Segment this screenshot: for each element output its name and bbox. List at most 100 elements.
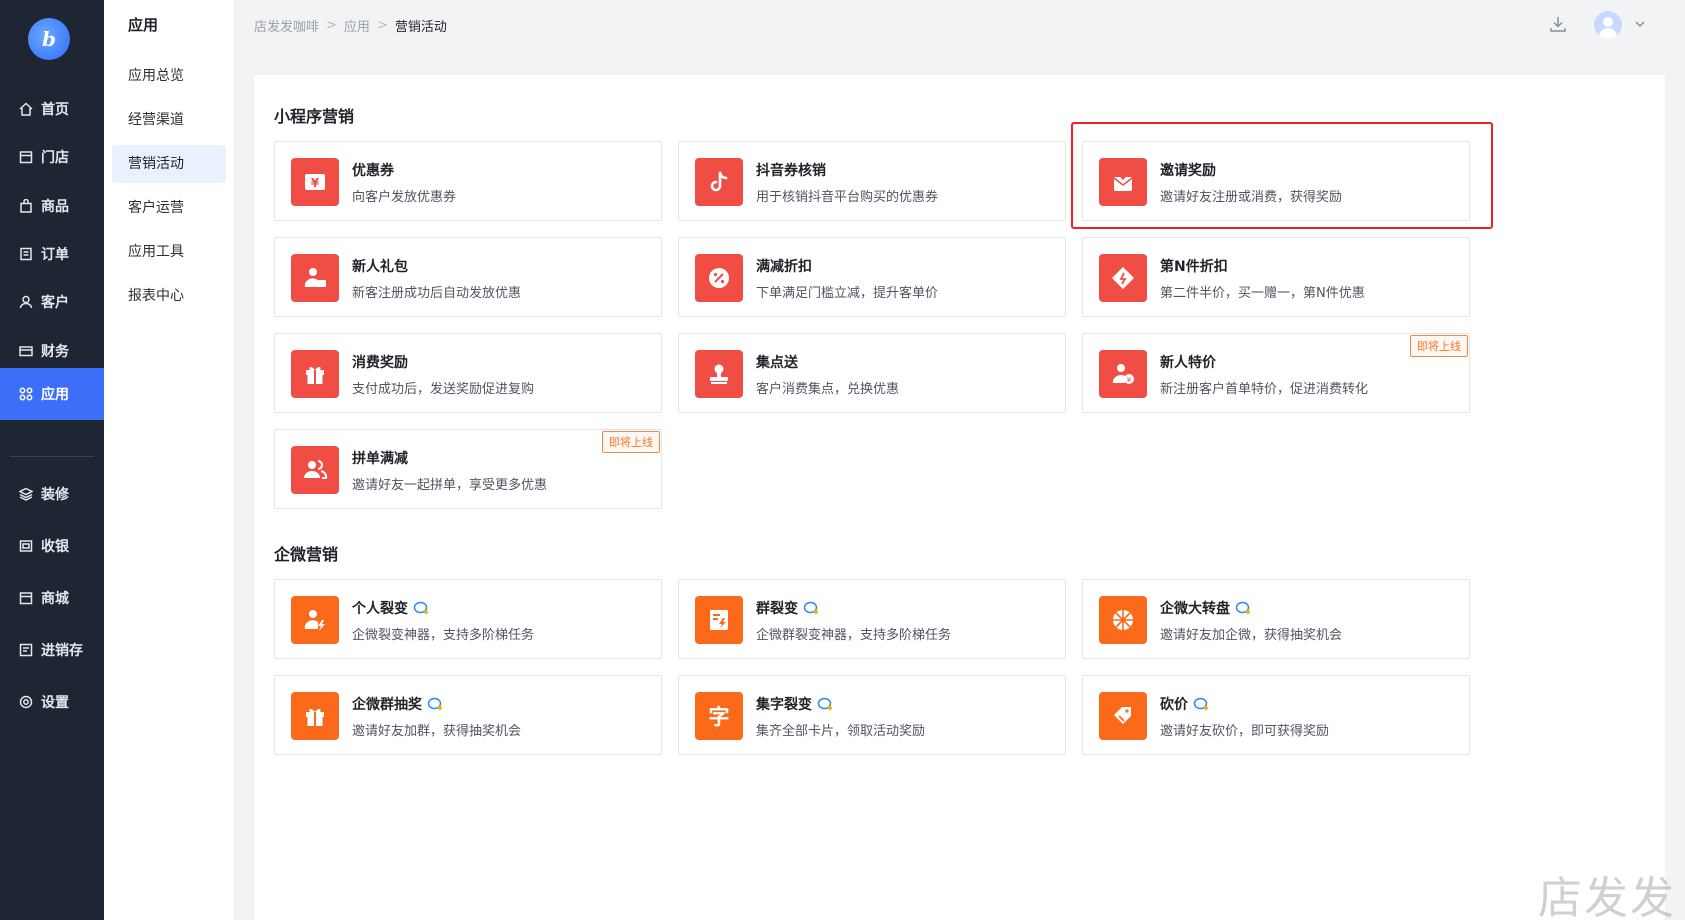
inventory-icon xyxy=(19,643,33,657)
percent-icon xyxy=(709,268,729,288)
card-full-reduction[interactable]: 满减折扣 下单满足门槛立减，提升客单价 xyxy=(678,237,1066,317)
sidebar-divider xyxy=(10,456,94,457)
new-user-price-icon: ¥ xyxy=(1112,364,1134,384)
card-desc: 用于核销抖音平台购买的优惠券 xyxy=(756,190,939,205)
new-user-gift-icon-box xyxy=(291,254,339,302)
nav-orders[interactable]: 订单 xyxy=(0,228,104,280)
sub-nav-item[interactable]: 应用总览 xyxy=(112,57,226,95)
group-fission-icon xyxy=(710,610,728,630)
user-icon xyxy=(19,295,33,309)
nav-settings[interactable]: 设置 xyxy=(0,676,104,728)
card-desc: 邀请好友加企微，获得抽奖机会 xyxy=(1160,628,1343,643)
wallet-icon xyxy=(19,346,33,357)
nav-label: 应用 xyxy=(41,387,69,403)
card-invite-reward[interactable]: 邀请奖励 邀请好友注册或消费，获得奖励 xyxy=(1082,141,1470,221)
nav-label: 客户 xyxy=(41,295,69,311)
card-douyin-coupon[interactable]: 抖音券核销 用于核销抖音平台购买的优惠券 xyxy=(678,141,1066,221)
card-group-order[interactable]: 拼单满减 邀请好友一起拼单，享受更多优惠 即将上线 xyxy=(274,429,662,509)
card-desc: 邀请好友一起拼单，享受更多优惠 xyxy=(352,478,548,493)
app-logo[interactable]: b xyxy=(28,18,70,60)
invite-envelope-icon xyxy=(1113,173,1133,191)
card-desc: 新注册客户首单特价，促进消费转化 xyxy=(1160,382,1369,397)
percent-icon-box xyxy=(695,254,743,302)
card-title-text: 群裂变 xyxy=(756,601,798,617)
card-desc: 支付成功后，发送奖励促进复购 xyxy=(352,382,535,397)
nav-decoration[interactable]: 装修 xyxy=(0,468,104,520)
nav-cashier[interactable]: 收银 xyxy=(0,520,104,572)
card-desc: 新客注册成功后自动发放优惠 xyxy=(352,286,522,301)
wecom-icon xyxy=(803,601,818,614)
card-title: 砍价 xyxy=(1160,694,1209,714)
coming-soon-badge: 即将上线 xyxy=(602,431,660,453)
card-desc: 邀请好友注册或消费，获得奖励 xyxy=(1160,190,1343,205)
bargain-tag-icon-box xyxy=(1099,692,1147,740)
card-title-text: 企微大转盘 xyxy=(1160,601,1230,617)
svg-text:¥: ¥ xyxy=(311,176,320,190)
wecom-icon xyxy=(413,601,428,614)
card-bargain[interactable]: 砍价 邀请好友砍价，即可获得奖励 xyxy=(1082,675,1470,755)
svg-text:¥: ¥ xyxy=(1127,376,1132,384)
download-icon[interactable] xyxy=(1548,14,1568,34)
stamp-icon-box xyxy=(695,350,743,398)
tag-icon-box xyxy=(1099,254,1147,302)
gift-icon xyxy=(306,366,324,384)
home-icon xyxy=(19,102,33,116)
sub-nav-item[interactable]: 经营渠道 xyxy=(112,101,226,139)
nav-goods[interactable]: 商品 xyxy=(0,180,104,232)
nav-label: 设置 xyxy=(41,695,69,711)
nav-store[interactable]: 门店 xyxy=(0,131,104,183)
card-wecom-group-lottery[interactable]: 企微群抽奖 邀请好友加群，获得抽奖机会 xyxy=(274,675,662,755)
wecom-icon xyxy=(1193,697,1208,710)
invite-envelope-icon-box xyxy=(1099,158,1147,206)
user-fission-icon xyxy=(304,610,325,631)
wheel-icon-box xyxy=(1099,596,1147,644)
sub-nav-item[interactable]: 应用工具 xyxy=(112,233,226,271)
gift-icon-box xyxy=(291,350,339,398)
breadcrumb-item[interactable]: 店发发咖啡 xyxy=(254,16,319,35)
card-new-user-price[interactable]: ¥ 新人特价 新注册客户首单特价，促进消费转化 即将上线 xyxy=(1082,333,1470,413)
order-icon xyxy=(20,247,32,261)
coupon-icon-box: ¥ xyxy=(291,158,339,206)
breadcrumb-current: 营销活动 xyxy=(394,20,447,35)
card-spend-reward[interactable]: 消费奖励 支付成功后，发送奖励促进复购 xyxy=(274,333,662,413)
nav-label: 商城 xyxy=(41,591,69,607)
card-collect-characters[interactable]: 字 集字裂变 集齐全部卡片，领取活动奖励 xyxy=(678,675,1066,755)
card-title: 邀请奖励 xyxy=(1160,163,1216,179)
avatar[interactable] xyxy=(1594,11,1622,39)
nav-label: 进销存 xyxy=(41,643,83,659)
card-title: 个人裂变 xyxy=(352,598,429,618)
settings-icon xyxy=(19,695,33,709)
nav-label: 商品 xyxy=(41,199,69,215)
tiktok-icon xyxy=(710,171,728,192)
nav-label: 收银 xyxy=(41,539,69,555)
new-user-price-icon-box: ¥ xyxy=(1099,350,1147,398)
sub-nav-item[interactable]: 客户运营 xyxy=(112,189,226,227)
nav-mall[interactable]: 商城 xyxy=(0,572,104,624)
card-title: 消费奖励 xyxy=(352,355,408,371)
card-group-fission[interactable]: 群裂变 企微群裂变神器，支持多阶梯任务 xyxy=(678,579,1066,659)
chevron-down-icon[interactable] xyxy=(1634,18,1646,30)
card-desc: 集齐全部卡片，领取活动奖励 xyxy=(756,724,926,739)
wecom-icon xyxy=(817,697,832,710)
nav-home[interactable]: 首页 xyxy=(0,83,104,135)
store-icon xyxy=(19,151,33,164)
card-title: 拼单满减 xyxy=(352,451,408,467)
card-nth-item-discount[interactable]: 第N件折扣 第二件半价，买一赠一，第N件优惠 xyxy=(1082,237,1470,317)
nav-inventory[interactable]: 进销存 xyxy=(0,624,104,676)
nav-customers[interactable]: 客户 xyxy=(0,276,104,328)
sub-nav-item[interactable]: 报表中心 xyxy=(112,277,226,315)
sub-nav-item-active[interactable]: 营销活动 xyxy=(112,145,226,183)
character-glyph: 字 xyxy=(709,705,730,729)
group-users-icon-box xyxy=(291,446,339,494)
card-stamp-collect[interactable]: 集点送 客户消费集点，兑换优惠 xyxy=(678,333,1066,413)
card-title: 新人特价 xyxy=(1160,355,1216,371)
card-wecom-wheel[interactable]: 企微大转盘 邀请好友加企微，获得抽奖机会 xyxy=(1082,579,1470,659)
nav-apps[interactable]: 应用 xyxy=(0,368,104,420)
card-desc: 邀请好友加群，获得抽奖机会 xyxy=(352,724,522,739)
breadcrumb-item[interactable]: 应用 xyxy=(344,16,370,35)
card-new-user-gift[interactable]: 新人礼包 新客注册成功后自动发放优惠 xyxy=(274,237,662,317)
card-personal-fission[interactable]: 个人裂变 企微裂变神器，支持多阶梯任务 xyxy=(274,579,662,659)
mall-icon xyxy=(19,592,33,605)
card-title: 新人礼包 xyxy=(352,259,408,275)
card-coupon[interactable]: ¥ 优惠券 向客户发放优惠券 xyxy=(274,141,662,221)
